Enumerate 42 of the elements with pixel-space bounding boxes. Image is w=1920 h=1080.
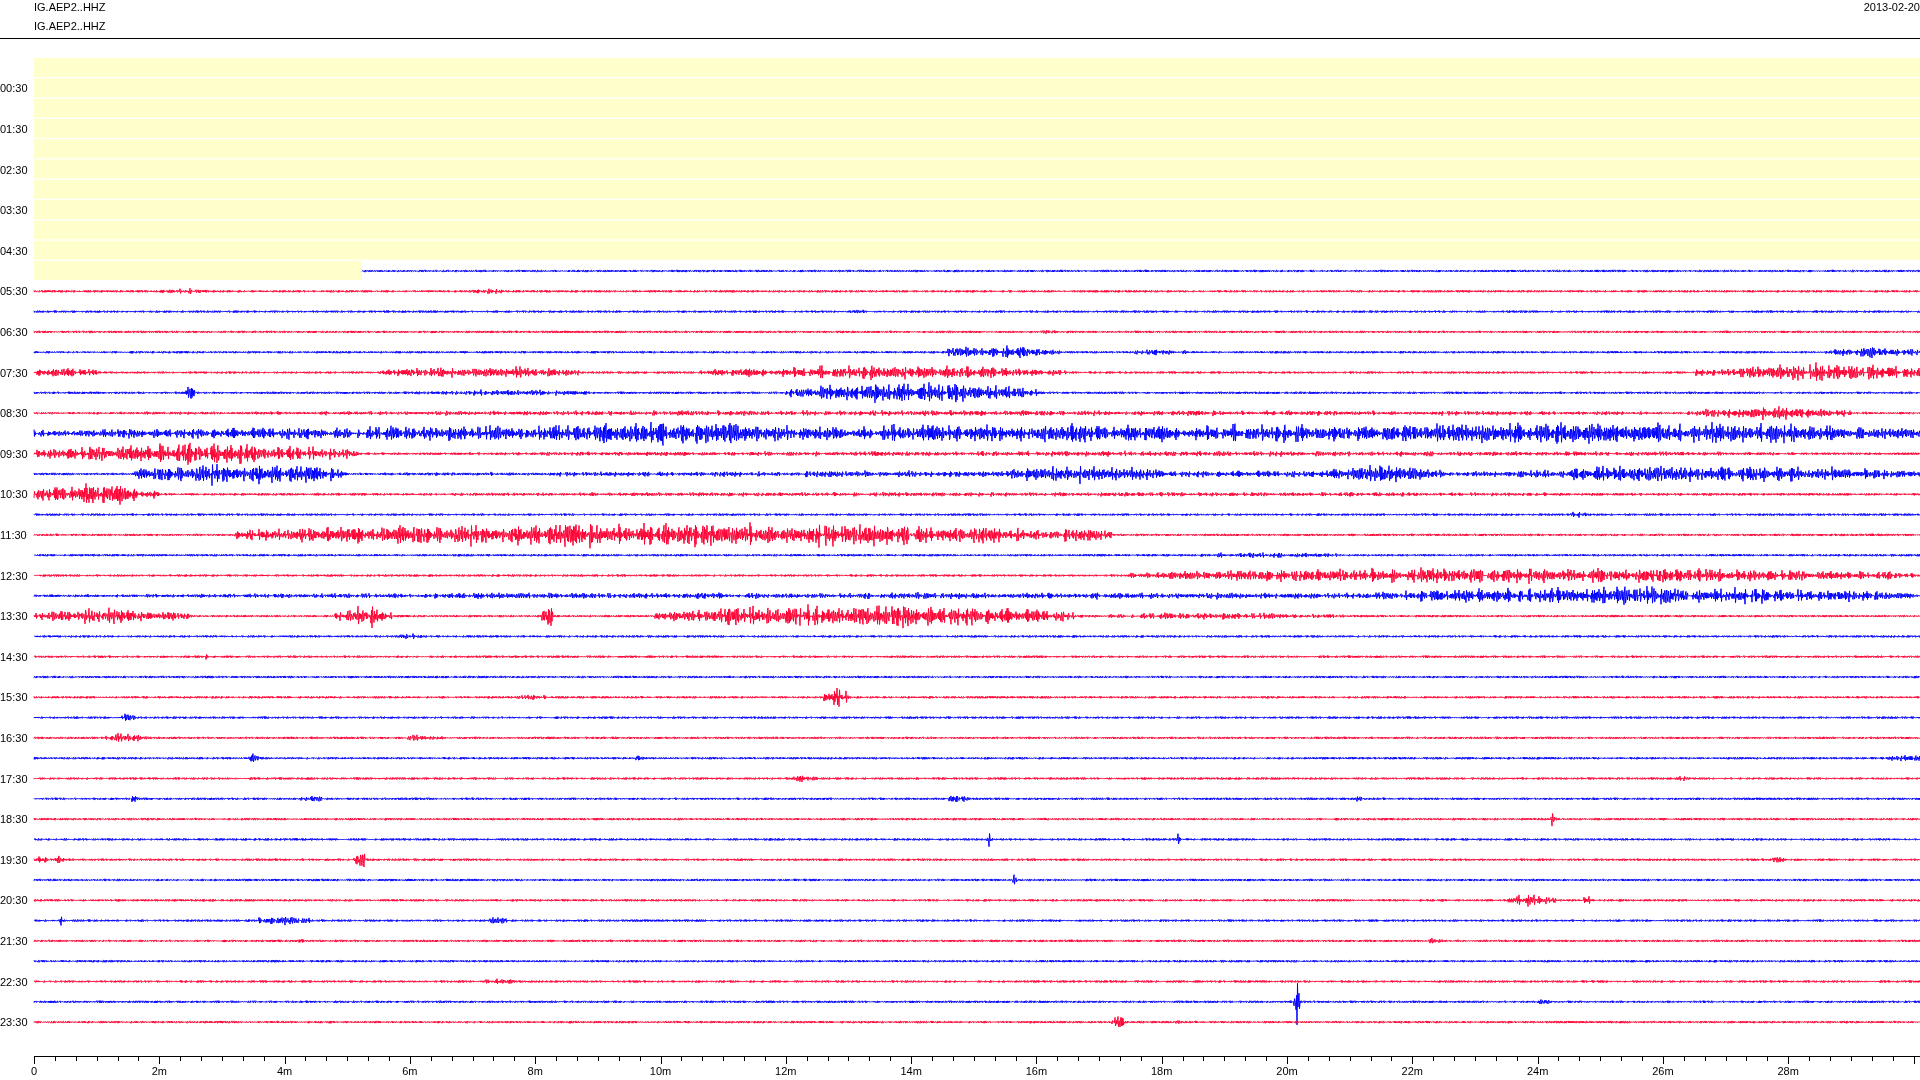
time-label: 12:30 <box>0 569 28 582</box>
axis-label: 14m <box>900 1065 922 1077</box>
axis-label: 4m <box>276 1065 293 1077</box>
time-label: 10:30 <box>0 488 28 501</box>
axis-label: 28m <box>1777 1065 1799 1077</box>
axis-label: 24m <box>1526 1065 1549 1077</box>
time-label: 14:30 <box>0 650 28 663</box>
time-label: 20:30 <box>0 894 28 907</box>
axis-label: 0 <box>30 1065 38 1077</box>
time-label: 05:30 <box>0 285 28 298</box>
time-label: 16:30 <box>0 731 28 744</box>
time-label: 03:30 <box>0 204 28 217</box>
time-label: 18:30 <box>0 813 28 826</box>
time-label: 01:30 <box>0 122 28 135</box>
channel-label: IG.AEP2..HHZ <box>34 1 106 13</box>
time-label: 15:30 <box>0 691 28 704</box>
time-label: 22:30 <box>0 975 28 988</box>
time-label: 23:30 <box>0 1016 28 1029</box>
axis-label: 26m <box>1652 1065 1674 1077</box>
time-label: 00:30 <box>0 82 28 95</box>
time-label: 08:30 <box>0 407 28 420</box>
time-label: 17:30 <box>0 772 28 785</box>
time-label: 19:30 <box>0 853 28 866</box>
time-label: 09:30 <box>0 447 28 460</box>
time-label: 04:30 <box>0 244 28 257</box>
axis-label: 16m <box>1025 1065 1048 1077</box>
axis-label: 10m <box>649 1065 672 1077</box>
channel-label: IG.AEP2..HHZ <box>34 20 106 32</box>
date-label: 2013-02-20 <box>1863 0 1920 13</box>
time-label: 21:30 <box>0 934 28 947</box>
time-label: 02:30 <box>0 163 28 176</box>
time-label: 07:30 <box>0 366 28 379</box>
axis-label: 20m <box>1276 1065 1298 1077</box>
axis-label: 6m <box>402 1065 418 1077</box>
time-label: 06:30 <box>0 325 28 338</box>
time-label: 11:30 <box>0 528 27 541</box>
axis-label: 12m <box>775 1065 797 1077</box>
axis-label: 22m <box>1401 1065 1423 1077</box>
axis-label: 18m <box>1151 1065 1173 1077</box>
time-label: 13:30 <box>0 610 28 623</box>
axis-label: 2m <box>151 1065 167 1077</box>
axis-label: 8m <box>527 1065 543 1077</box>
